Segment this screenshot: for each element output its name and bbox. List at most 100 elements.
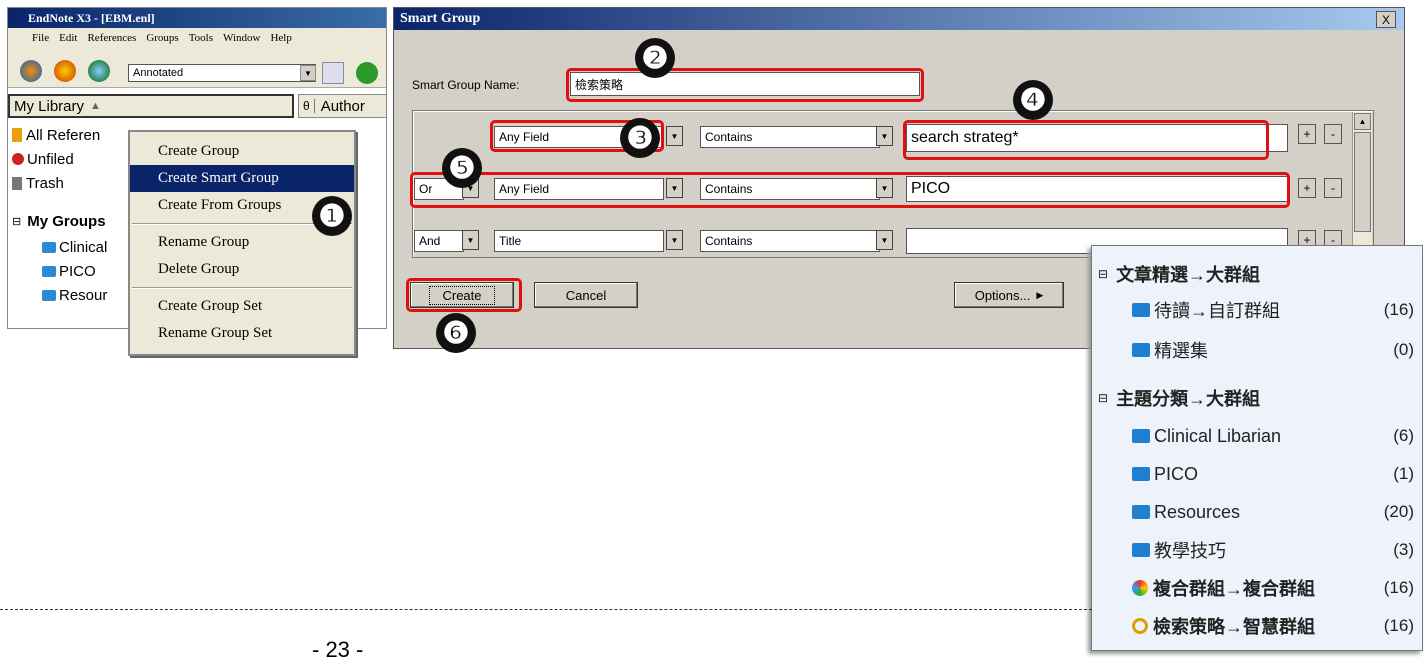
library-header[interactable]: My Library ▲ [8,94,294,118]
remove-row-button[interactable]: - [1324,178,1342,198]
menu-item-rename-group-set[interactable]: Rename Group Set [130,320,354,347]
combined-group-icon [1132,580,1148,596]
author-header-label: Author [320,97,365,115]
tree-unfiled[interactable]: Unfiled [12,148,74,170]
tree-all-references[interactable]: All Referen [12,124,100,146]
folder-icon [1132,303,1150,317]
page-number: - 23 - [312,637,364,662]
collapse-icon: ⊟ [12,215,22,228]
add-row-button[interactable]: + [1298,124,1316,144]
group-item[interactable]: 待讀→自訂群組 (16) [1132,294,1422,326]
group-count: (16) [1383,300,1414,319]
group-count: (0) [1393,340,1414,359]
tree-group-clinical[interactable]: Clinical [42,236,107,258]
operator-select-1[interactable]: Contains [700,126,880,148]
highlight-box [566,68,924,102]
tree-group-resources[interactable]: Resour [42,284,107,306]
sort-up-icon: ▲ [90,100,101,112]
criteria-scrollbar[interactable]: ▲ [1352,112,1372,256]
group-label: 檢索策略→智慧群組 [1153,617,1315,637]
step-badge-2: ❷ [635,38,675,78]
group-item[interactable]: PICO (1) [1132,458,1422,490]
menu-tools[interactable]: Tools [189,32,213,44]
group-label: 待讀→自訂群組 [1154,301,1280,321]
group-item[interactable]: 檢索策略→智慧群組 (16) [1132,610,1422,642]
folder-icon [1132,343,1150,357]
endnote-title: EndNote X3 - [EBM.enl] [28,10,155,25]
menu-window[interactable]: Window [223,32,260,44]
group-label: 複合群組→複合群組 [1153,579,1315,599]
step-badge-1: ❶ [312,196,352,236]
folder-icon [1132,429,1150,443]
menu-item-create-group-set[interactable]: Create Group Set [130,293,354,320]
group-label: PICO [1154,463,1199,484]
options-label: Options... [974,287,1031,303]
scroll-up-icon[interactable]: ▲ [1354,113,1371,130]
collapse-icon: ⊟ [1098,267,1109,281]
chevron-down-icon[interactable]: ▼ [666,126,683,146]
group-item[interactable]: 教學技巧 (3) [1132,534,1422,566]
group-count: (1) [1393,464,1414,483]
online-search-icon[interactable] [20,60,42,82]
remove-row-button[interactable]: - [1324,124,1342,144]
menu-groups[interactable]: Groups [146,32,178,44]
smart-group-name-label: Smart Group Name: [412,78,520,92]
add-icon[interactable] [356,62,378,84]
author-column-header[interactable]: θ Author [298,94,386,118]
scroll-thumb[interactable] [1354,132,1371,232]
options-button[interactable]: Options... ▶ [954,282,1064,308]
page-divider [0,609,1092,610]
close-button[interactable]: X [1376,11,1396,28]
tree-trash[interactable]: Trash [12,172,64,194]
smart-group-icon [1132,618,1148,634]
group-item[interactable]: Clinical Libarian (6) [1132,420,1422,452]
group-set-articles[interactable]: ⊟ 文章精選→大群組 [1098,258,1418,290]
menu-edit[interactable]: Edit [59,32,77,44]
operator-select-3[interactable]: Contains [700,230,880,252]
add-row-button[interactable]: + [1298,178,1316,198]
chevron-down-icon[interactable]: ▼ [462,230,479,250]
highlight-box [406,278,522,312]
cancel-label: Cancel [565,287,607,303]
group-count: (20) [1383,502,1414,521]
style-combo-value: Annotated [133,67,184,79]
attachment-icon: θ [303,99,315,113]
library-header-label: My Library [14,97,85,115]
cancel-button[interactable]: Cancel [534,282,638,308]
trash-icon [12,176,22,190]
library-icon[interactable] [54,60,76,82]
copy-icon[interactable] [322,62,344,84]
menu-item-create-group[interactable]: Create Group [130,138,354,165]
menu-divider [132,287,352,289]
menu-bar: File Edit References Groups Tools Window… [8,28,386,48]
tree-group-pico[interactable]: PICO [42,260,96,282]
context-menu: Create Group Create Smart Group Create F… [128,130,356,356]
group-count: (16) [1383,616,1414,635]
boolean-select-3[interactable]: And [414,230,464,252]
chevron-down-icon[interactable]: ▼ [300,65,316,81]
menu-help[interactable]: Help [270,32,291,44]
menu-item-create-smart-group[interactable]: Create Smart Group [130,165,354,192]
globe-icon[interactable] [88,60,110,82]
folder-icon [42,241,56,253]
collapse-icon: ⊟ [1098,391,1109,405]
chevron-down-icon[interactable]: ▼ [666,230,683,250]
group-set-label: 文章精選→大群組 [1116,265,1261,285]
group-item[interactable]: 精選集 (0) [1132,334,1422,366]
field-select-3[interactable]: Title [494,230,664,252]
tree-label: Clinical [59,238,108,256]
chevron-down-icon[interactable]: ▼ [876,230,893,250]
menu-item-delete-group[interactable]: Delete Group [130,256,354,283]
chevron-down-icon[interactable]: ▼ [876,126,893,146]
menu-file[interactable]: File [32,32,49,44]
folder-icon [42,289,56,301]
group-set-topics[interactable]: ⊟ 主題分類→大群組 [1098,382,1418,414]
endnote-title-bar: EndNote X3 - [EBM.enl] [8,8,386,28]
group-item[interactable]: Resources (20) [1132,496,1422,528]
tree-my-groups[interactable]: ⊟ My Groups [12,210,106,232]
style-combo[interactable]: Annotated [128,64,316,82]
groups-panel: ⊟ 文章精選→大群組 待讀→自訂群組 (16) 精選集 (0) ⊟ 主題分類→大… [1091,245,1423,651]
group-item[interactable]: 複合群組→複合群組 (16) [1132,572,1422,604]
menu-references[interactable]: References [87,32,136,44]
tree-label: Unfiled [27,150,74,168]
